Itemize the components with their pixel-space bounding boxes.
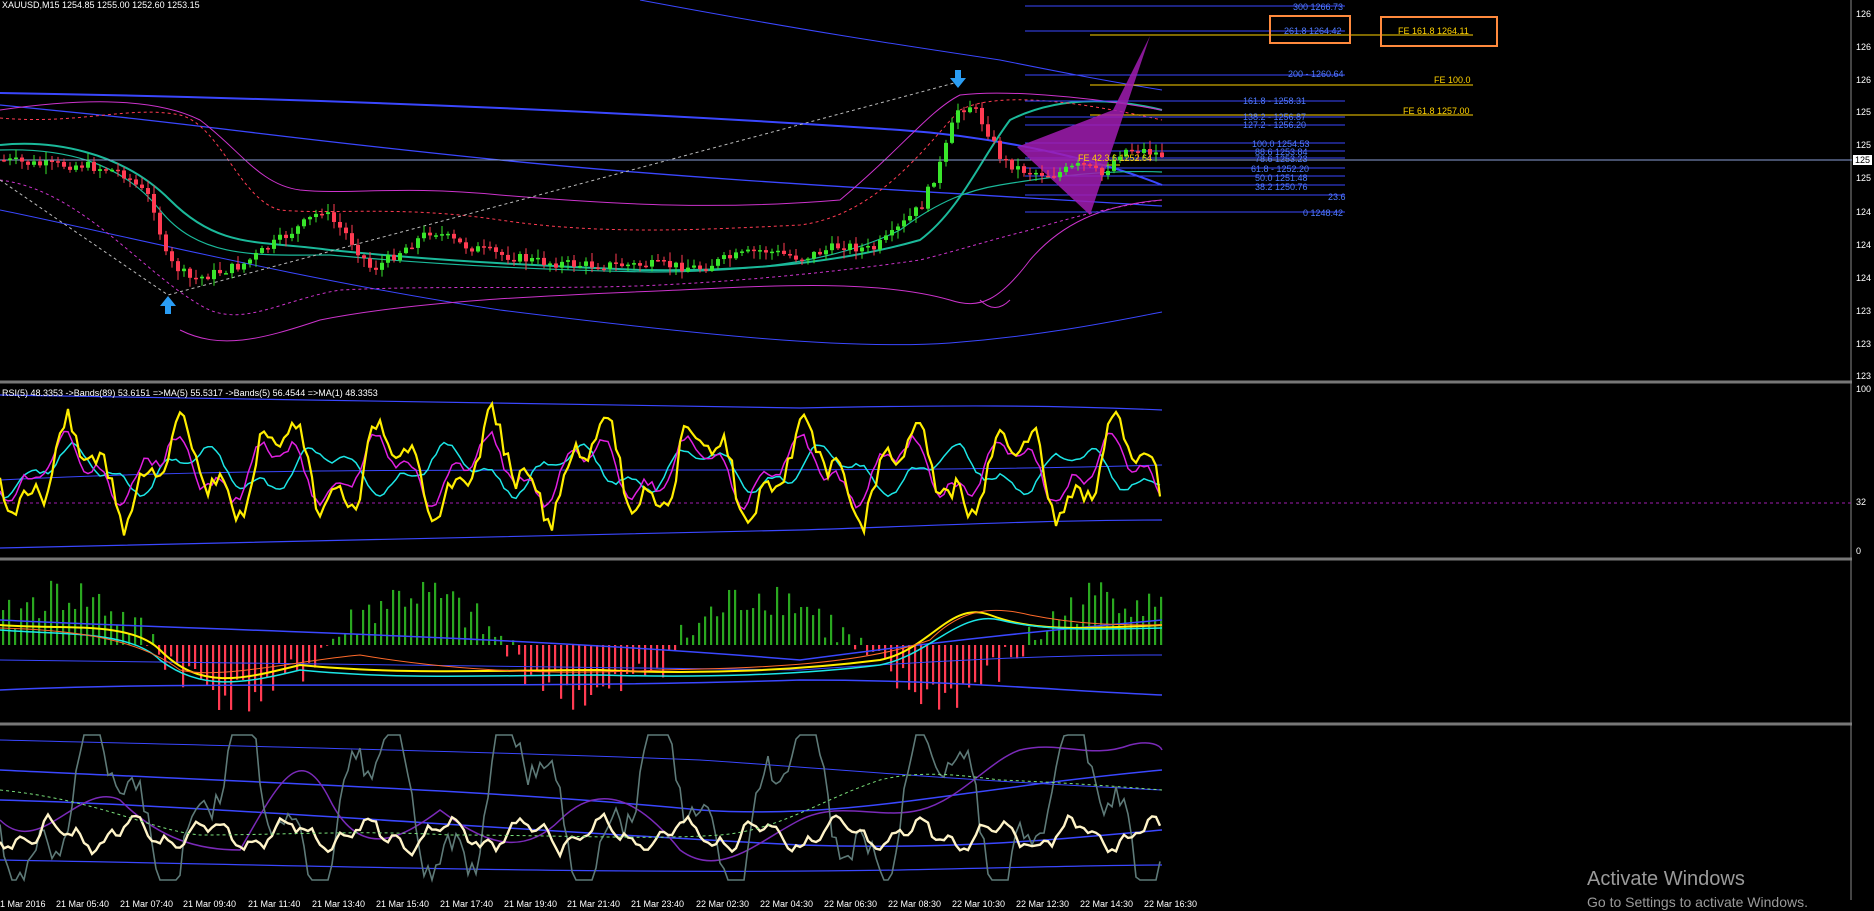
windows-watermark-title: Activate Windows — [1587, 868, 1745, 890]
time-tick-label: 22 Mar 12:30 — [1016, 899, 1070, 909]
price-tick-label: 123 — [1856, 371, 1872, 381]
rsi-tick-label: 100 — [1856, 384, 1872, 394]
time-tick-label: 22 Mar 08:30 — [888, 899, 942, 909]
fibo-label: 161.8 - 1258.31 — [1243, 96, 1307, 106]
time-tick-label: 21 Mar 21:40 — [567, 899, 621, 909]
rsi-header: RSI(5) 48.3353 ->Bands(89) 53.6151 =>MA(… — [2, 388, 378, 398]
current-price-label: 125 — [1853, 155, 1873, 165]
fibo-label: 300 1266.73 — [1293, 2, 1344, 12]
fibo-label: 78.6 1253.23 — [1255, 154, 1308, 164]
time-tick-label: 21 Mar 11:40 — [248, 899, 301, 909]
time-tick-label: 21 Mar 09:40 — [183, 899, 237, 909]
price-tick-label: 125 — [1856, 107, 1872, 117]
price-tick-label: 125 — [1856, 140, 1872, 150]
time-tick-label: 22 Mar 06:30 — [824, 899, 878, 909]
windows-watermark-subtitle: Go to Settings to activate Windows. — [1587, 894, 1808, 910]
time-tick-label: 22 Mar 14:30 — [1080, 899, 1134, 909]
time-tick-label: 21 Mar 15:40 — [376, 899, 430, 909]
oscillator-pane — [0, 734, 1163, 883]
price-tick-label: 123 — [1856, 339, 1872, 349]
rsi-pane — [0, 394, 1852, 549]
symbol-header: XAUUSD,M15 1254.85 1255.00 1252.60 1253.… — [2, 0, 200, 10]
trading-chart[interactable] — [0, 0, 1874, 911]
fibo-highlight-box — [1269, 15, 1351, 44]
time-tick-label: 21 Mar 17:40 — [440, 899, 494, 909]
price-tick-label: 126 — [1856, 9, 1872, 19]
price-tick-label: 126 — [1856, 75, 1872, 85]
fibo-label: 200 - 1260.64 — [1288, 69, 1344, 79]
time-tick-label: 22 Mar 16:30 — [1144, 899, 1198, 909]
price-tick-label: 124 — [1856, 240, 1872, 250]
time-tick-label: 21 Mar 05:40 — [56, 899, 110, 909]
fe-label: FE 42.3.6 1252.64 — [1078, 153, 1153, 163]
price-tick-label: 125 — [1856, 173, 1872, 183]
candlesticks — [2, 100, 1164, 287]
time-tick-label: 21 Mar 07:40 — [120, 899, 174, 909]
price-tick-label: 124 — [1856, 273, 1872, 283]
fe-label: FE 100.0 — [1434, 75, 1471, 85]
price-tick-label: 123 — [1856, 306, 1872, 316]
fe-highlight-box — [1380, 16, 1498, 47]
time-tick-label: 21 Mar 13:40 — [312, 899, 366, 909]
fibo-label: 127.2 - 1256.20 — [1243, 120, 1307, 130]
histogram-pane — [0, 580, 1163, 712]
time-tick-label: 21 Mar 19:40 — [504, 899, 558, 909]
time-tick-label: 21 Mar 23:40 — [631, 899, 685, 909]
time-tick-label: 22 Mar 02:30 — [696, 899, 750, 909]
time-tick-label: 1 Mar 2016 — [0, 899, 46, 909]
price-tick-label: 124 — [1856, 207, 1872, 217]
fibo-label: 38.2 1250.76 — [1255, 182, 1308, 192]
time-tick-label: 22 Mar 04:30 — [760, 899, 814, 909]
time-tick-label: 22 Mar 10:30 — [952, 899, 1006, 909]
down-arrow-icon — [950, 70, 966, 88]
fe-label: FE 61.8 1257.00 — [1403, 106, 1470, 116]
up-arrow-icon — [160, 296, 176, 314]
price-tick-label: 126 — [1856, 42, 1872, 52]
fibo-label: 0 1248.42 — [1303, 208, 1344, 218]
rsi-tick-label: 32 — [1856, 497, 1867, 507]
rsi-tick-label: 0 — [1856, 546, 1862, 556]
fibo-label: 23.6 — [1328, 192, 1346, 202]
